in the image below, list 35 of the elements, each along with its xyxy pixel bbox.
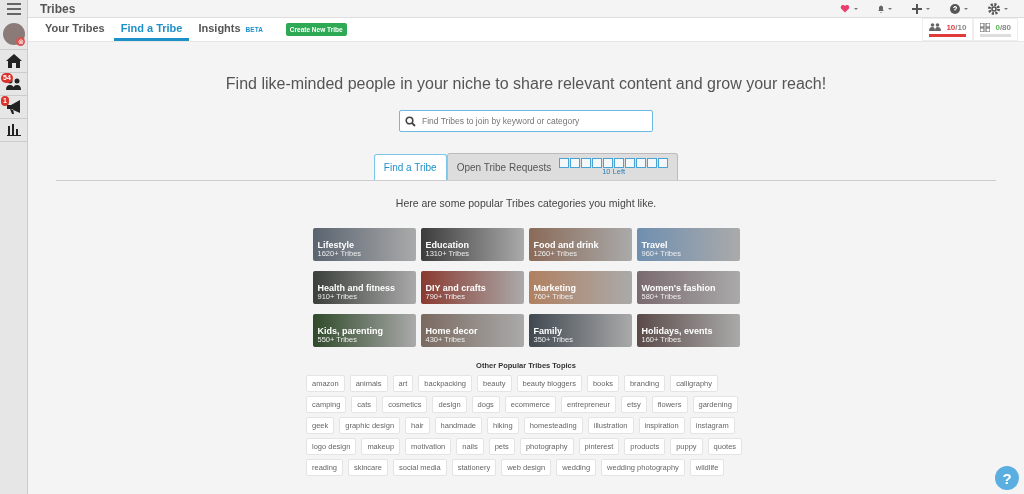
megaphone-icon xyxy=(4,99,23,115)
category-name: Kids, parenting xyxy=(317,326,384,336)
app-title: Tribes xyxy=(40,1,76,16)
category-name: Women's fashion xyxy=(641,283,717,293)
settings-icon[interactable] xyxy=(988,2,1010,15)
usage-count: 0/80 xyxy=(995,22,1011,32)
bar-chart-icon xyxy=(6,124,21,136)
category-name: Home decor xyxy=(425,326,479,336)
intro-text: Here are some popular Tribes categories you might like. xyxy=(395,197,657,209)
category-name: DIY and crafts xyxy=(425,283,487,293)
category-name: Education xyxy=(425,240,470,250)
category-name: Family xyxy=(533,326,562,336)
help-icon[interactable] xyxy=(950,3,970,14)
category-name: Lifestyle xyxy=(317,240,354,250)
usage-count: 10/10 xyxy=(946,22,967,32)
tab-label[interactable]: Open Tribe Requests xyxy=(456,161,552,173)
people-icon xyxy=(929,23,942,31)
category-name: Travel xyxy=(641,240,669,250)
plus-icon[interactable] xyxy=(912,3,932,14)
category-name: Holidays, events xyxy=(641,326,714,336)
heart-icon[interactable] xyxy=(840,4,858,13)
tab[interactable]: Find a Tribe xyxy=(113,18,190,41)
tab[interactable]: Your Tribes xyxy=(38,18,112,41)
search-icon xyxy=(405,115,416,127)
menu-icon[interactable] xyxy=(6,3,21,15)
grid-icon xyxy=(980,22,991,32)
search-field[interactable]: Find Tribes to join by keyword or category xyxy=(399,110,653,132)
headline: Find like-minded people in your niche to share relevant content and grow your reach! xyxy=(225,75,827,93)
category-name: Marketing xyxy=(533,283,577,293)
avatar[interactable] xyxy=(2,22,25,45)
home-icon xyxy=(4,53,23,69)
category-name: Health and fitness xyxy=(317,283,396,293)
bell-icon[interactable] xyxy=(876,4,894,13)
category-name: Food and drink xyxy=(533,240,600,250)
tab[interactable]: Find a Tribe xyxy=(373,154,447,180)
